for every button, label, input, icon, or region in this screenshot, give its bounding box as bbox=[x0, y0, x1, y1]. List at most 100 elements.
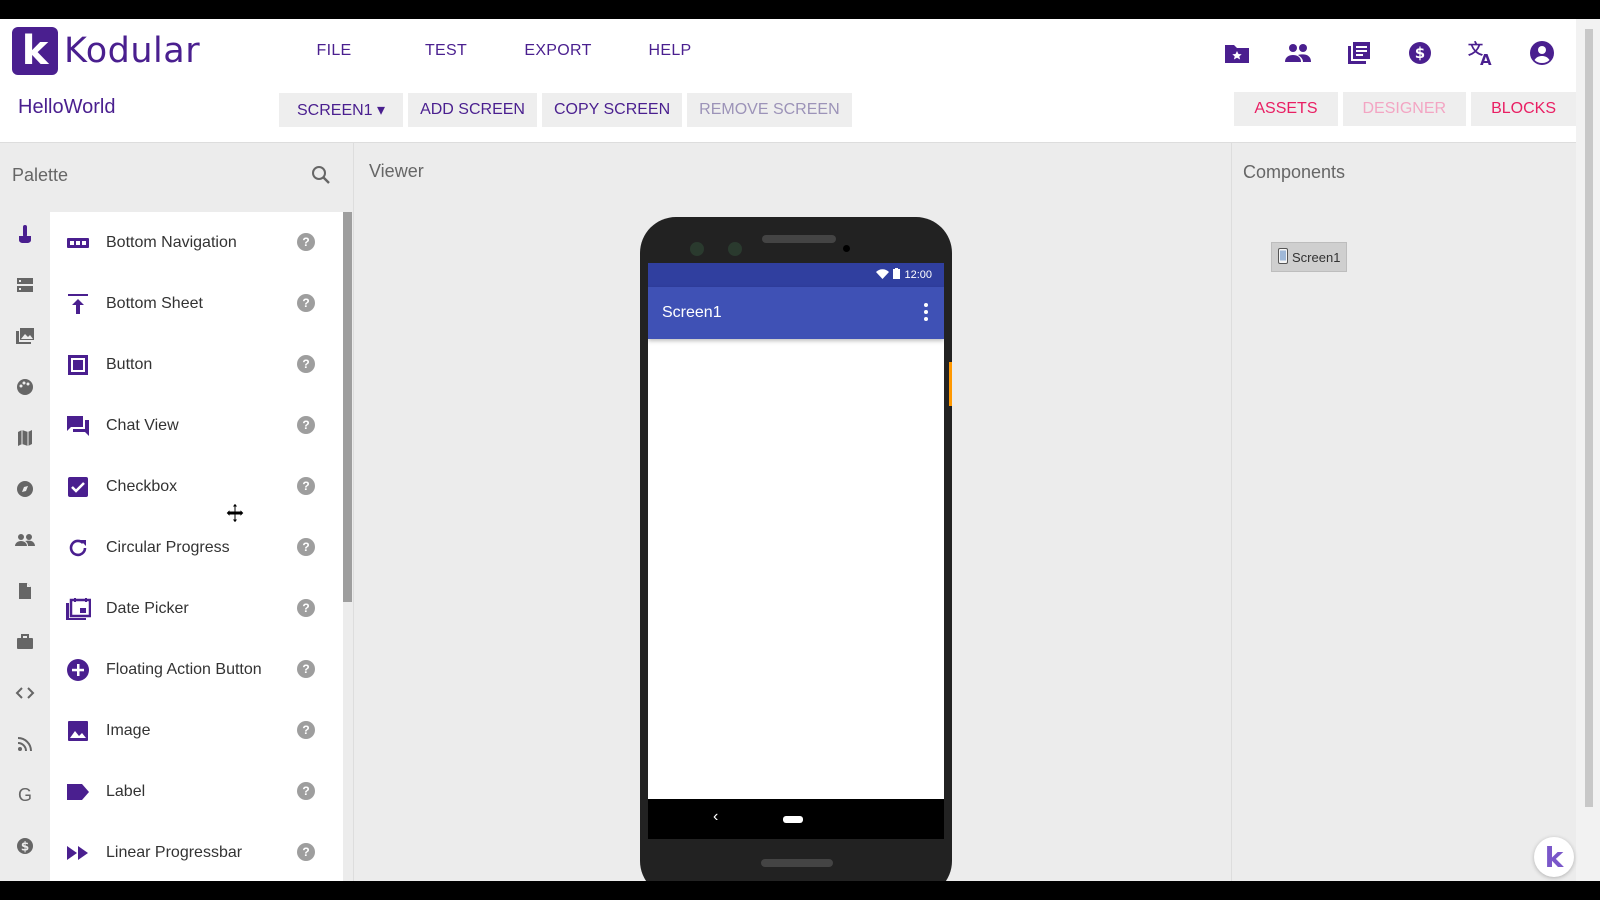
dollar-icon[interactable]: $ bbox=[1389, 37, 1450, 69]
remove-screen-button[interactable]: REMOVE SCREEN bbox=[687, 93, 852, 127]
account-icon[interactable] bbox=[1511, 37, 1572, 69]
date-picker-icon bbox=[50, 597, 106, 621]
help-icon[interactable]: ? bbox=[297, 477, 315, 495]
button-icon bbox=[50, 354, 106, 376]
screen-app-bar: Screen1 bbox=[648, 287, 944, 339]
view-toolbar: ASSETS DESIGNER BLOCKS bbox=[1234, 92, 1576, 126]
menu-test[interactable]: TEST bbox=[390, 42, 502, 60]
help-icon[interactable]: ? bbox=[297, 416, 315, 434]
phone-sensor bbox=[843, 245, 850, 252]
phone-icon bbox=[1278, 247, 1288, 267]
camera-icon bbox=[690, 242, 704, 256]
palette-item-linear-progressbar[interactable]: Linear Progressbar ? bbox=[50, 822, 343, 881]
kodular-assistant-button[interactable]: k bbox=[1534, 837, 1574, 877]
palette-item-label: Linear Progressbar bbox=[106, 843, 243, 861]
back-icon: ‹ bbox=[713, 808, 719, 825]
palette-item-date-picker[interactable]: Date Picker ? bbox=[50, 578, 343, 639]
palette-item-floating-action-button[interactable]: Floating Action Button ? bbox=[50, 639, 343, 700]
touch-icon[interactable] bbox=[0, 208, 50, 259]
palette-item-image[interactable]: Image ? bbox=[50, 700, 343, 761]
add-screen-button[interactable]: ADD SCREEN bbox=[408, 93, 537, 127]
palette-item-label: Image bbox=[106, 721, 151, 739]
status-time: 12:00 bbox=[904, 269, 932, 281]
component-tree-label: Screen1 bbox=[1292, 249, 1341, 265]
assets-button[interactable]: ASSETS bbox=[1234, 92, 1338, 126]
palette-item-checkbox[interactable]: Checkbox ? bbox=[50, 456, 343, 517]
svg-text:$: $ bbox=[21, 839, 29, 853]
help-icon[interactable]: ? bbox=[297, 660, 315, 678]
palette-item-label: Floating Action Button bbox=[106, 660, 262, 678]
palette-item-label[interactable]: Label ? bbox=[50, 761, 343, 822]
phone-side-tab bbox=[949, 362, 952, 406]
palette-item-label: Date Picker bbox=[106, 599, 189, 617]
phone-mockup: 12:00 Screen1 ‹ bbox=[640, 217, 952, 881]
kodular-app: k Kodular FILE TEST EXPORT HELP $ 文A Hel… bbox=[0, 19, 1600, 881]
label-icon bbox=[50, 783, 106, 801]
palette-item-circular-progress[interactable]: Circular Progress ? bbox=[50, 517, 343, 578]
help-icon[interactable]: ? bbox=[297, 538, 315, 556]
header: k Kodular FILE TEST EXPORT HELP $ 文A Hel… bbox=[0, 19, 1600, 143]
palette-component-list: Bottom Navigation ? Bottom Sheet ? Butto… bbox=[50, 212, 343, 881]
menu-export[interactable]: EXPORT bbox=[502, 42, 614, 60]
palette-scrollbar[interactable] bbox=[343, 212, 352, 602]
home-icon bbox=[783, 816, 803, 823]
help-icon[interactable]: ? bbox=[297, 233, 315, 251]
bottom-sheet-icon bbox=[50, 293, 106, 315]
viewer-title: Viewer bbox=[369, 161, 424, 181]
main-menu: FILE TEST EXPORT HELP bbox=[278, 42, 726, 60]
help-icon[interactable]: ? bbox=[297, 782, 315, 800]
designer-button[interactable]: DESIGNER bbox=[1342, 92, 1467, 126]
palette-item-bottom-sheet[interactable]: Bottom Sheet ? bbox=[50, 273, 343, 334]
palette-icon[interactable] bbox=[0, 361, 50, 412]
svg-text:A: A bbox=[1480, 51, 1492, 66]
palette-item-label-text: Label bbox=[106, 782, 146, 800]
help-icon[interactable]: ? bbox=[297, 355, 315, 373]
help-icon[interactable]: ? bbox=[297, 843, 315, 861]
phone-screen[interactable]: 12:00 Screen1 ‹ bbox=[648, 263, 944, 839]
people-icon[interactable] bbox=[1267, 37, 1328, 69]
project-name: HelloWorld bbox=[18, 96, 116, 118]
camera-icon bbox=[728, 242, 742, 256]
code-icon[interactable] bbox=[0, 667, 50, 718]
rss-icon[interactable] bbox=[0, 718, 50, 769]
help-icon[interactable]: ? bbox=[297, 721, 315, 739]
help-icon[interactable]: ? bbox=[297, 599, 315, 617]
map-icon[interactable] bbox=[0, 412, 50, 463]
top-icon-bar: $ 文A bbox=[1206, 37, 1572, 69]
bottom-navigation-icon bbox=[50, 237, 106, 249]
menu-help[interactable]: HELP bbox=[614, 42, 726, 60]
media-icon[interactable] bbox=[0, 310, 50, 361]
palette-item-bottom-navigation[interactable]: Bottom Navigation ? bbox=[50, 212, 343, 273]
menu-file[interactable]: FILE bbox=[278, 42, 390, 60]
components-title: Components bbox=[1243, 162, 1346, 182]
palette-item-label: Bottom Sheet bbox=[106, 294, 203, 312]
phone-nav-bar: ‹ bbox=[648, 799, 944, 839]
blocks-button[interactable]: BLOCKS bbox=[1471, 92, 1576, 126]
screen-select-dropdown[interactable]: SCREEN1 ▾ bbox=[279, 93, 404, 127]
search-icon[interactable] bbox=[311, 165, 331, 190]
palette-categories: G $ bbox=[0, 208, 50, 871]
social-icon[interactable] bbox=[0, 514, 50, 565]
layout-icon[interactable] bbox=[0, 259, 50, 310]
project-folder-icon[interactable] bbox=[1206, 37, 1267, 69]
briefcase-icon[interactable] bbox=[0, 616, 50, 667]
google-icon[interactable]: G bbox=[0, 769, 50, 820]
checkbox-icon bbox=[50, 476, 106, 498]
library-icon[interactable] bbox=[1328, 37, 1389, 69]
overflow-menu-icon[interactable] bbox=[924, 303, 928, 326]
kodular-logo[interactable]: k Kodular bbox=[12, 27, 200, 75]
compass-icon[interactable] bbox=[0, 463, 50, 514]
copy-screen-button[interactable]: COPY SCREEN bbox=[541, 93, 683, 127]
battery-icon bbox=[893, 268, 901, 282]
viewer-panel: Viewer 12:00 Screen1 ‹ bbox=[353, 143, 1231, 881]
image-icon bbox=[50, 720, 106, 742]
document-icon[interactable] bbox=[0, 565, 50, 616]
monetization-icon[interactable]: $ bbox=[0, 820, 50, 871]
help-icon[interactable]: ? bbox=[297, 294, 315, 312]
translate-icon[interactable]: 文A bbox=[1450, 37, 1511, 69]
palette-item-button[interactable]: Button ? bbox=[50, 334, 343, 395]
palette-item-chat-view[interactable]: Chat View ? bbox=[50, 395, 343, 456]
component-tree-screen1[interactable]: Screen1 bbox=[1271, 242, 1348, 272]
chat-view-icon bbox=[50, 415, 106, 437]
page-scrollbar-thumb[interactable] bbox=[1585, 29, 1593, 807]
